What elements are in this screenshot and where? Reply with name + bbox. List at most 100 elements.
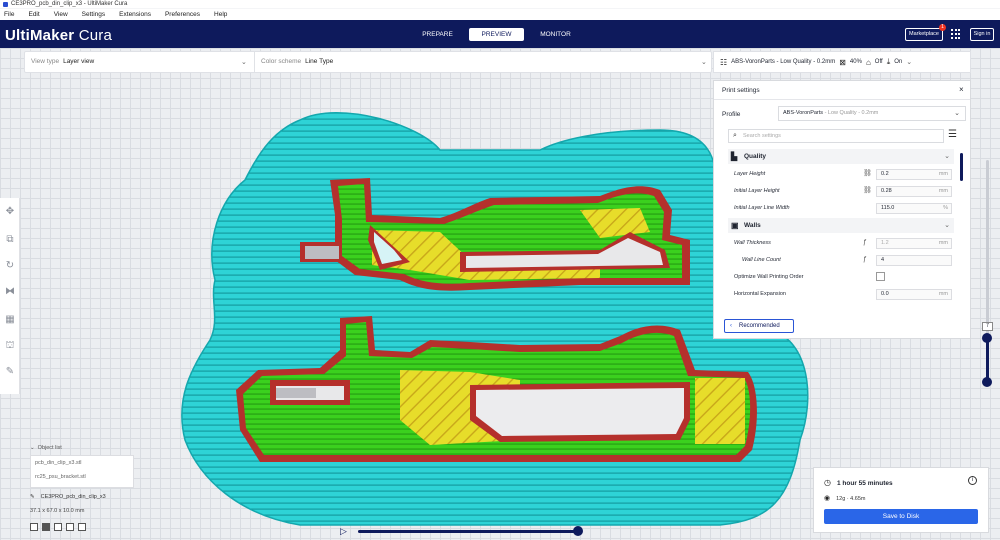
infill-percent: 40% xyxy=(849,59,862,65)
chevron-down-icon: ⌄ xyxy=(954,110,960,117)
layer-slider-range xyxy=(986,338,989,382)
top-view-icon[interactable] xyxy=(54,523,62,531)
list-item[interactable]: rc25_psu_bracket.stl xyxy=(35,474,86,480)
support-status: Off xyxy=(874,59,883,65)
setting-row: Optimize Wall Printing Order xyxy=(728,270,954,284)
right-view-icon[interactable] xyxy=(78,523,86,531)
layer-path-slider[interactable] xyxy=(358,530,578,533)
spool-icon: ◉ xyxy=(824,495,831,502)
apps-grid-icon[interactable] xyxy=(951,29,961,39)
search-settings-input[interactable]: ⌕ Search settings xyxy=(728,129,944,143)
function-icon[interactable]: ƒ xyxy=(863,236,867,250)
left-toolbar: ✥ ⧉ ↻ ⧓ ▦ ⛫ ✎ xyxy=(0,198,20,394)
setting-checkbox[interactable] xyxy=(876,272,885,281)
search-icon: ⌕ xyxy=(733,132,737,139)
sign-in-button[interactable]: Sign in xyxy=(970,28,994,41)
setting-row: Initial Layer Height ⛓ 0.28 mm xyxy=(728,184,954,198)
path-slider-handle[interactable] xyxy=(573,526,583,536)
front-view-icon[interactable] xyxy=(42,523,50,531)
setting-row: Horizontal Expansion 0.0 mm xyxy=(728,287,954,301)
sliders-icon: ☷ xyxy=(720,57,728,67)
walls-icon: ▣ xyxy=(731,221,739,230)
current-object-name[interactable]: ✎ CE3PRO_pcb_din_clip_x3 xyxy=(30,494,106,500)
support-icon: ⌂ xyxy=(865,57,871,67)
material-estimate: ◉ 12g · 4.65m xyxy=(824,495,866,502)
menu-help[interactable]: Help xyxy=(214,11,227,18)
category-quality[interactable]: ▙ Quality ⌄ xyxy=(728,149,954,164)
menu-view[interactable]: View xyxy=(54,11,68,18)
object-dimensions: 37.1 x 67.0 x 10.0 mm xyxy=(30,508,85,514)
link-icon[interactable]: ⛓ xyxy=(863,184,872,198)
menu-preferences[interactable]: Preferences xyxy=(165,11,200,18)
setting-row: Wall Line Count ƒ 4 xyxy=(728,253,954,267)
profile-dropdown[interactable]: ABS-VoronParts - Low Quality - 0.2mm ⌄ xyxy=(778,106,966,121)
print-settings-summary[interactable]: ☷ ABS-VoronParts - Low Quality - 0.2mm ⊠… xyxy=(713,51,971,73)
function-icon[interactable]: ƒ xyxy=(863,253,867,267)
app-header: UltiMaker Cura PREPARE PREVIEW MONITOR M… xyxy=(0,20,1000,48)
menu-edit[interactable]: Edit xyxy=(28,11,39,18)
setting-value-input[interactable]: 0.2 mm xyxy=(876,169,952,180)
adhesion-status: On xyxy=(894,59,903,65)
menu-file[interactable]: File xyxy=(4,11,14,18)
per-model-settings-icon[interactable]: ▦ xyxy=(4,314,16,326)
setting-row: Layer Height ⛓ 0.2 mm xyxy=(728,167,954,181)
chevron-down-icon[interactable]: ⌄ xyxy=(701,58,707,66)
output-panel: ◷ 1 hour 55 minutes i ◉ 12g · 4.65m Save t… xyxy=(813,467,989,533)
pencil-icon: ✎ xyxy=(30,494,35,500)
cura-app-icon xyxy=(3,1,8,7)
tab-monitor[interactable]: MONITOR xyxy=(528,28,583,41)
list-item[interactable]: pcb_din_clip_x3.stl xyxy=(35,460,81,466)
print-time: ◷ 1 hour 55 minutes xyxy=(824,478,893,487)
close-icon[interactable]: × xyxy=(959,85,964,94)
menu-extensions[interactable]: Extensions xyxy=(119,11,151,18)
setting-value-input[interactable]: 1.2 mm xyxy=(876,238,952,249)
play-icon[interactable]: ▷ xyxy=(340,526,350,536)
infill-icon: ⊠ xyxy=(839,57,846,67)
settings-scrollbar[interactable] xyxy=(960,153,963,181)
layer-slider-bottom-handle[interactable] xyxy=(982,377,992,387)
paint-tool-icon[interactable]: ✎ xyxy=(4,366,16,378)
object-list-toggle[interactable]: ⌄ Object list xyxy=(30,445,62,451)
color-scheme-dropdown[interactable]: Color scheme Line Type xyxy=(261,52,333,72)
move-tool-icon[interactable]: ✥ xyxy=(4,206,16,218)
profile-label: Profile xyxy=(722,111,741,118)
scale-tool-icon[interactable]: ⧉ xyxy=(4,234,16,246)
adhesion-icon: ⤓ xyxy=(886,57,891,66)
setting-value-input[interactable]: 0.28 mm xyxy=(876,186,952,197)
object-list-box: pcb_din_clip_x3.stl rc25_psu_bracket.stl xyxy=(30,455,134,488)
chevron-down-icon[interactable]: ⌄ xyxy=(241,58,247,66)
menu-icon[interactable]: ☰ xyxy=(948,129,957,141)
setting-row: Wall Thickness ƒ 1.2 mm xyxy=(728,236,954,250)
setting-value-input[interactable]: 0.0 mm xyxy=(876,289,952,300)
ultimaker-cura-logo: UltiMaker Cura xyxy=(5,27,113,44)
window-titlebar: CE3PRO_pcb_din_clip_x3 - UltiMaker Cura xyxy=(0,0,1000,8)
menu-settings[interactable]: Settings xyxy=(82,11,106,18)
setting-value-input[interactable]: 115.0% xyxy=(876,203,952,214)
marketplace-button[interactable]: Marketplace xyxy=(905,28,943,41)
view-bar: View type Layer view ⌄ Color scheme Line T… xyxy=(24,51,712,73)
clock-icon: ◷ xyxy=(824,478,831,487)
category-walls[interactable]: ▣ Walls ⌄ xyxy=(728,218,954,233)
support-blocker-icon[interactable]: ⛫ xyxy=(4,340,16,352)
panel-title: Print settings xyxy=(722,87,760,94)
view-type-dropdown[interactable]: View type Layer view xyxy=(31,52,94,72)
left-view-icon[interactable] xyxy=(66,523,74,531)
layer-slider-top-handle[interactable] xyxy=(982,333,992,343)
recommended-button[interactable]: ‹ Recommended xyxy=(724,319,794,333)
mirror-tool-icon[interactable]: ⧓ xyxy=(4,286,16,298)
setting-value-input[interactable]: 4 xyxy=(876,255,952,266)
save-to-disk-button[interactable]: Save to Disk xyxy=(824,509,978,524)
3d-view-icon[interactable] xyxy=(30,523,38,531)
link-icon[interactable]: ⛓ xyxy=(863,167,872,181)
info-icon[interactable]: i xyxy=(968,476,977,485)
tab-prepare[interactable]: PREPARE xyxy=(410,28,465,41)
object-list: ⌄ Object list pcb_din_clip_x3.stl rc25_p… xyxy=(22,443,134,533)
rotate-tool-icon[interactable]: ↻ xyxy=(4,260,16,272)
settings-list: ▙ Quality ⌄ Layer Height ⛓ 0.2 mm Initial… xyxy=(728,149,958,302)
camera-views xyxy=(30,523,86,531)
print-settings-panel: Print settings × Profile ABS-VoronParts … xyxy=(713,80,971,339)
chevron-down-icon: ⌄ xyxy=(30,445,35,451)
tab-preview[interactable]: PREVIEW xyxy=(469,28,524,41)
current-layer-number[interactable]: 7 xyxy=(982,322,993,331)
stage-tabs: PREPARE PREVIEW MONITOR xyxy=(410,28,583,41)
